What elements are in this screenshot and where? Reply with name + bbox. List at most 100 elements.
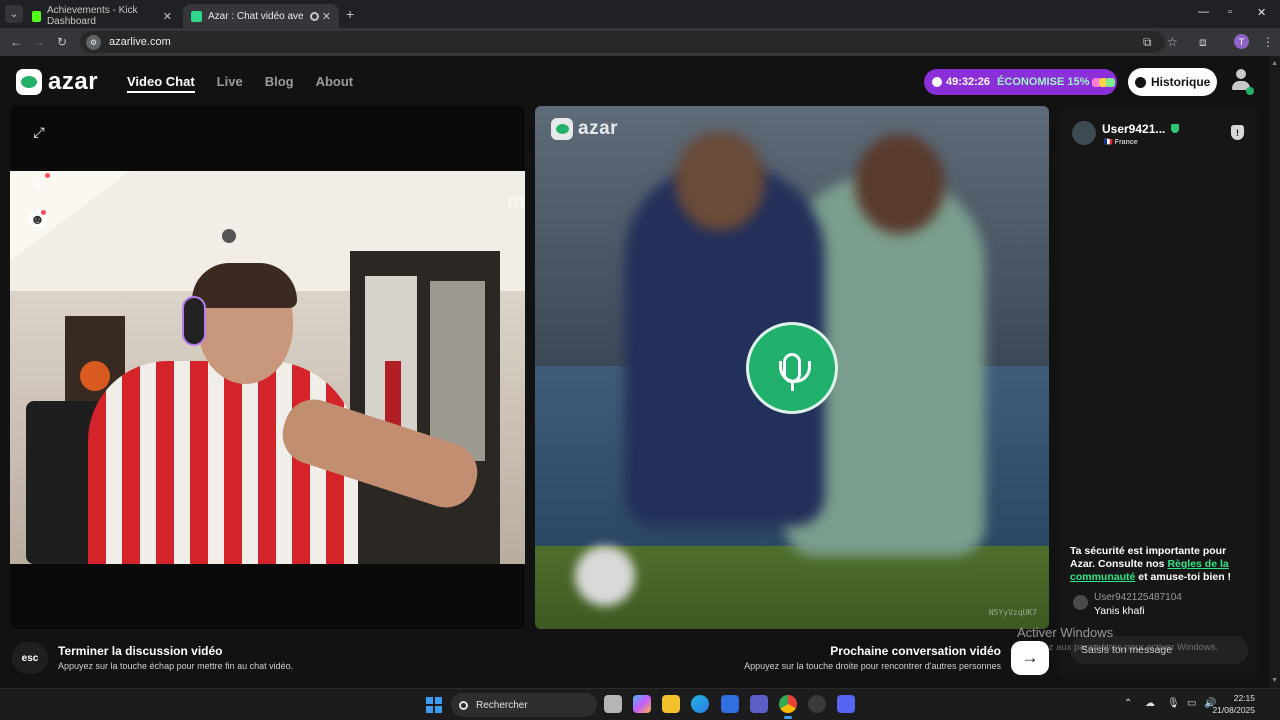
- safety-notice: Ta sécurité est importante pour Azar. Co…: [1070, 545, 1250, 584]
- partner-azar-logo: azar: [551, 118, 618, 140]
- network-icon[interactable]: ▭: [1187, 698, 1196, 709]
- task-view-icon[interactable]: [604, 695, 622, 713]
- azar-logo[interactable]: azar: [16, 68, 98, 96]
- main-nav: Video Chat Live Blog About: [127, 74, 375, 93]
- discord-icon[interactable]: [837, 695, 855, 713]
- nav-blog[interactable]: Blog: [265, 74, 294, 93]
- effects-sparkle-icon[interactable]: ✦: [26, 173, 50, 197]
- search-label: Rechercher: [476, 699, 528, 711]
- history-label: Historique: [1151, 75, 1211, 89]
- close-icon[interactable]: ✕: [163, 10, 172, 23]
- chrome-icon[interactable]: [779, 695, 797, 719]
- page-scrollbar[interactable]: ▲ ▼: [1270, 56, 1280, 688]
- activate-windows-title: Activer Windows: [1017, 625, 1114, 640]
- gems-icon: [1092, 77, 1116, 87]
- online-dot: [1246, 87, 1254, 95]
- close-window-button[interactable]: ✕: [1257, 6, 1266, 19]
- new-tab-button[interactable]: +: [346, 6, 354, 22]
- microphone-icon: [746, 322, 838, 414]
- video-watermark: m: [507, 191, 525, 213]
- clock-time[interactable]: 22:15: [1234, 693, 1255, 703]
- partner-code: N5YyVzqUK7: [988, 608, 1037, 617]
- promo-timer: 49:32:26: [946, 76, 991, 88]
- scroll-up-icon[interactable]: ▲: [1271, 60, 1278, 67]
- file-explorer-icon[interactable]: [662, 695, 680, 713]
- tab-title: Achievements - Kick Dashboard: [46, 5, 138, 27]
- azar-logo-icon: [16, 69, 42, 95]
- nav-live[interactable]: Live: [217, 74, 243, 93]
- safety-text-end: et amuse-toi bien !: [1135, 571, 1232, 583]
- maximize-button[interactable]: ▫: [1228, 6, 1232, 18]
- minimize-button[interactable]: —: [1198, 6, 1209, 18]
- store-icon[interactable]: [721, 695, 739, 713]
- edge-icon[interactable]: [691, 695, 709, 713]
- verified-shield-icon: [1171, 124, 1179, 133]
- partner-name: User9421...: [1102, 122, 1166, 136]
- end-chat-title: Terminer la discussion vidéo: [58, 644, 223, 658]
- search-icon: [459, 700, 468, 710]
- timer-icon: [932, 77, 942, 87]
- windows-taskbar: Rechercher ⌃ ☁ 🎙 ▭ 🔊 22:15 21/08/2025: [0, 688, 1280, 720]
- partner-avatar[interactable]: [1072, 121, 1096, 145]
- bookmark-star-icon[interactable]: ☆: [1167, 35, 1178, 49]
- forward-icon[interactable]: →: [33, 35, 45, 49]
- tab-azar[interactable]: Azar : Chat vidéo avec de n ✕: [183, 4, 339, 28]
- report-icon[interactable]: !: [1231, 125, 1244, 140]
- promo-text: ÉCONOMISE 15%: [997, 76, 1090, 88]
- taskbar-search[interactable]: Rechercher: [451, 693, 597, 717]
- browser-navbar: ← → ↻ ⚙ azarlive.com ⧉ ☆ ⧈ T ⋮: [0, 28, 1280, 56]
- windows-start-icon[interactable]: [426, 697, 442, 713]
- logo-text: azar: [48, 68, 99, 95]
- history-clock-icon: [1135, 76, 1146, 88]
- tab-kick-dashboard[interactable]: Achievements - Kick Dashboard ✕: [24, 4, 180, 28]
- reload-icon[interactable]: ↻: [57, 35, 67, 49]
- teams-icon[interactable]: [750, 695, 768, 713]
- extensions-icon[interactable]: ⧈: [1199, 35, 1207, 50]
- country-label: France: [1114, 139, 1138, 146]
- face-filter-icon[interactable]: ☻: [29, 210, 46, 227]
- nav-about[interactable]: About: [316, 74, 354, 93]
- scroll-down-icon[interactable]: ▼: [1271, 677, 1278, 684]
- back-icon[interactable]: ←: [10, 35, 22, 49]
- message-text: Yanis khafi: [1094, 605, 1145, 617]
- site-info-icon[interactable]: ⚙: [86, 34, 101, 50]
- promo-badge[interactable]: 49:32:26 ÉCONOMISE 15%: [924, 69, 1117, 95]
- partner-video-panel: azar N5YyVzqUK7: [535, 106, 1049, 629]
- self-video-feed: m: [10, 171, 525, 564]
- cloud-icon[interactable]: ☁: [1145, 698, 1155, 709]
- azar-page: azar Video Chat Live Blog About 49:32:26…: [0, 56, 1280, 688]
- esc-key-button[interactable]: esc: [12, 642, 48, 674]
- tab-title: Azar : Chat vidéo avec de n: [208, 10, 304, 22]
- self-video-panel: ⤢ m ✦ ☻: [10, 106, 525, 629]
- nav-video-chat[interactable]: Video Chat: [127, 74, 195, 93]
- tab-search-button[interactable]: ⌄: [5, 5, 23, 23]
- azar-logo-icon: [551, 118, 573, 140]
- url-text: azarlive.com: [109, 36, 171, 48]
- expand-icon[interactable]: ⤢: [27, 120, 51, 144]
- chat-panel: User9421... 🇫🇷 France ! Ta sécurité est …: [1060, 106, 1259, 679]
- activate-windows-sub: Accédez aux paramètres pour activer Wind…: [1017, 642, 1219, 653]
- next-chat-title: Prochaine conversation vidéo: [830, 644, 1001, 658]
- profile-avatar[interactable]: T: [1234, 34, 1249, 49]
- tray-chevron-icon[interactable]: ⌃: [1124, 698, 1132, 709]
- next-chat-hint: Appuyez sur la touche droite pour rencon…: [744, 661, 1001, 671]
- user-avatar[interactable]: [1230, 69, 1254, 95]
- obs-icon[interactable]: [808, 695, 826, 713]
- address-bar[interactable]: ⚙ azarlive.com: [80, 31, 1165, 53]
- install-app-icon[interactable]: ⧉: [1143, 35, 1152, 50]
- end-chat-hint: Appuyez sur la touche échap pour mettre …: [58, 661, 294, 671]
- recording-icon: [310, 11, 319, 21]
- logo-text: azar: [578, 118, 619, 139]
- message-avatar: [1073, 595, 1088, 610]
- clock-date[interactable]: 21/08/2025: [1212, 705, 1255, 715]
- close-icon[interactable]: ✕: [322, 10, 331, 23]
- history-button[interactable]: Historique: [1128, 68, 1217, 96]
- mic-tray-icon[interactable]: 🎙: [1167, 698, 1180, 709]
- menu-icon[interactable]: ⋮: [1262, 35, 1274, 49]
- partner-country: 🇫🇷 France: [1104, 139, 1138, 146]
- message-username: User942125487104: [1094, 592, 1182, 603]
- azar-favicon-icon: [191, 10, 202, 22]
- browser-tabbar: ⌄ Achievements - Kick Dashboard ✕ Azar :…: [0, 0, 1280, 28]
- kick-favicon-icon: [32, 10, 41, 22]
- copilot-icon[interactable]: [633, 695, 651, 713]
